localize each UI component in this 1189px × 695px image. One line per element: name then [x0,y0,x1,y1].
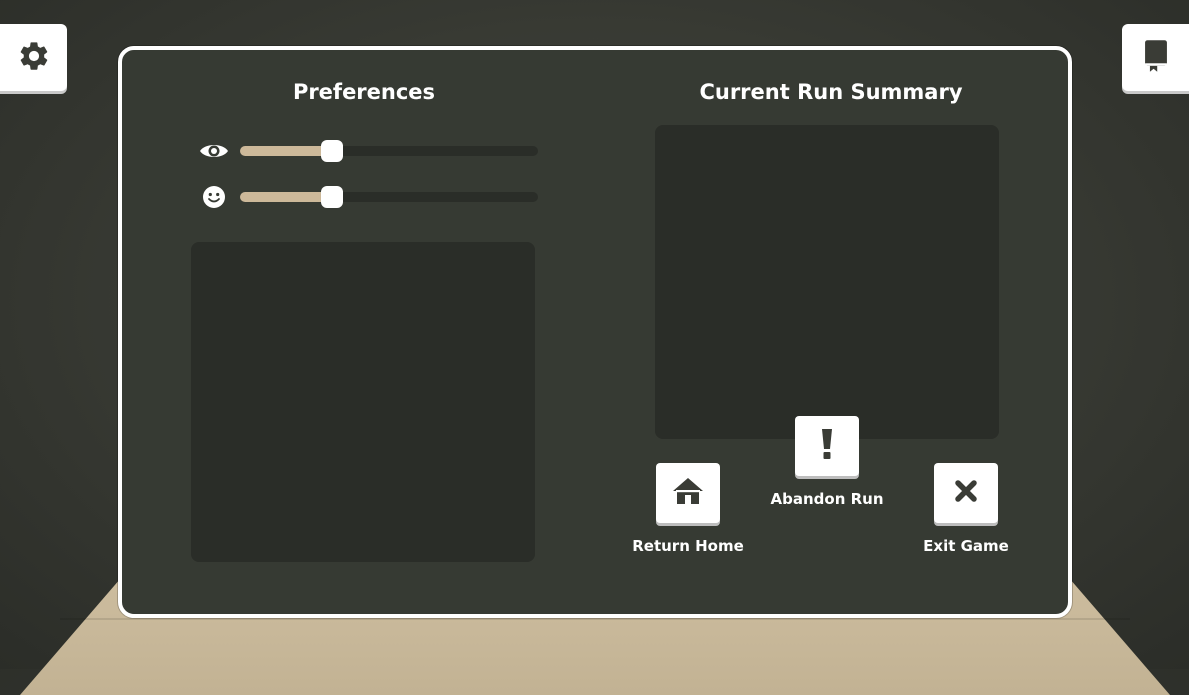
journal-button[interactable] [1122,24,1189,91]
abandon-run-label: Abandon Run [770,490,884,508]
exit-game-button[interactable] [934,463,998,523]
exit-game-label: Exit Game [923,537,1009,555]
run-summary-content-area [655,125,999,439]
home-icon [672,476,704,510]
book-icon [1141,39,1171,77]
pause-menu-panel: Preferences Current Run Summary Return H… [118,46,1072,618]
run-summary-title: Current Run Summary [699,80,963,104]
gear-icon [17,39,51,77]
abandon-run-button[interactable] [795,416,859,476]
exit-game-action: Exit Game [886,463,1046,555]
eye-slider-fill [240,146,333,156]
smiley-slider-thumb[interactable] [321,186,344,208]
return-home-label: Return Home [632,537,744,555]
smiley-slider[interactable] [240,186,538,208]
preferences-content-area [191,242,535,562]
abandon-run-action: Abandon Run [747,416,907,508]
settings-button[interactable] [0,24,67,91]
table-seam [60,618,1130,620]
eye-icon [198,136,230,166]
exclamation-icon [820,428,834,464]
smiley-icon [198,182,230,212]
return-home-action: Return Home [608,463,768,555]
eye-slider[interactable] [240,140,538,162]
return-home-button[interactable] [656,463,720,523]
eye-slider-row [198,136,543,166]
smiley-slider-row [198,182,543,212]
preferences-title: Preferences [292,80,436,104]
eye-slider-thumb[interactable] [321,140,344,162]
close-icon [954,479,978,507]
smiley-slider-fill [240,192,333,202]
